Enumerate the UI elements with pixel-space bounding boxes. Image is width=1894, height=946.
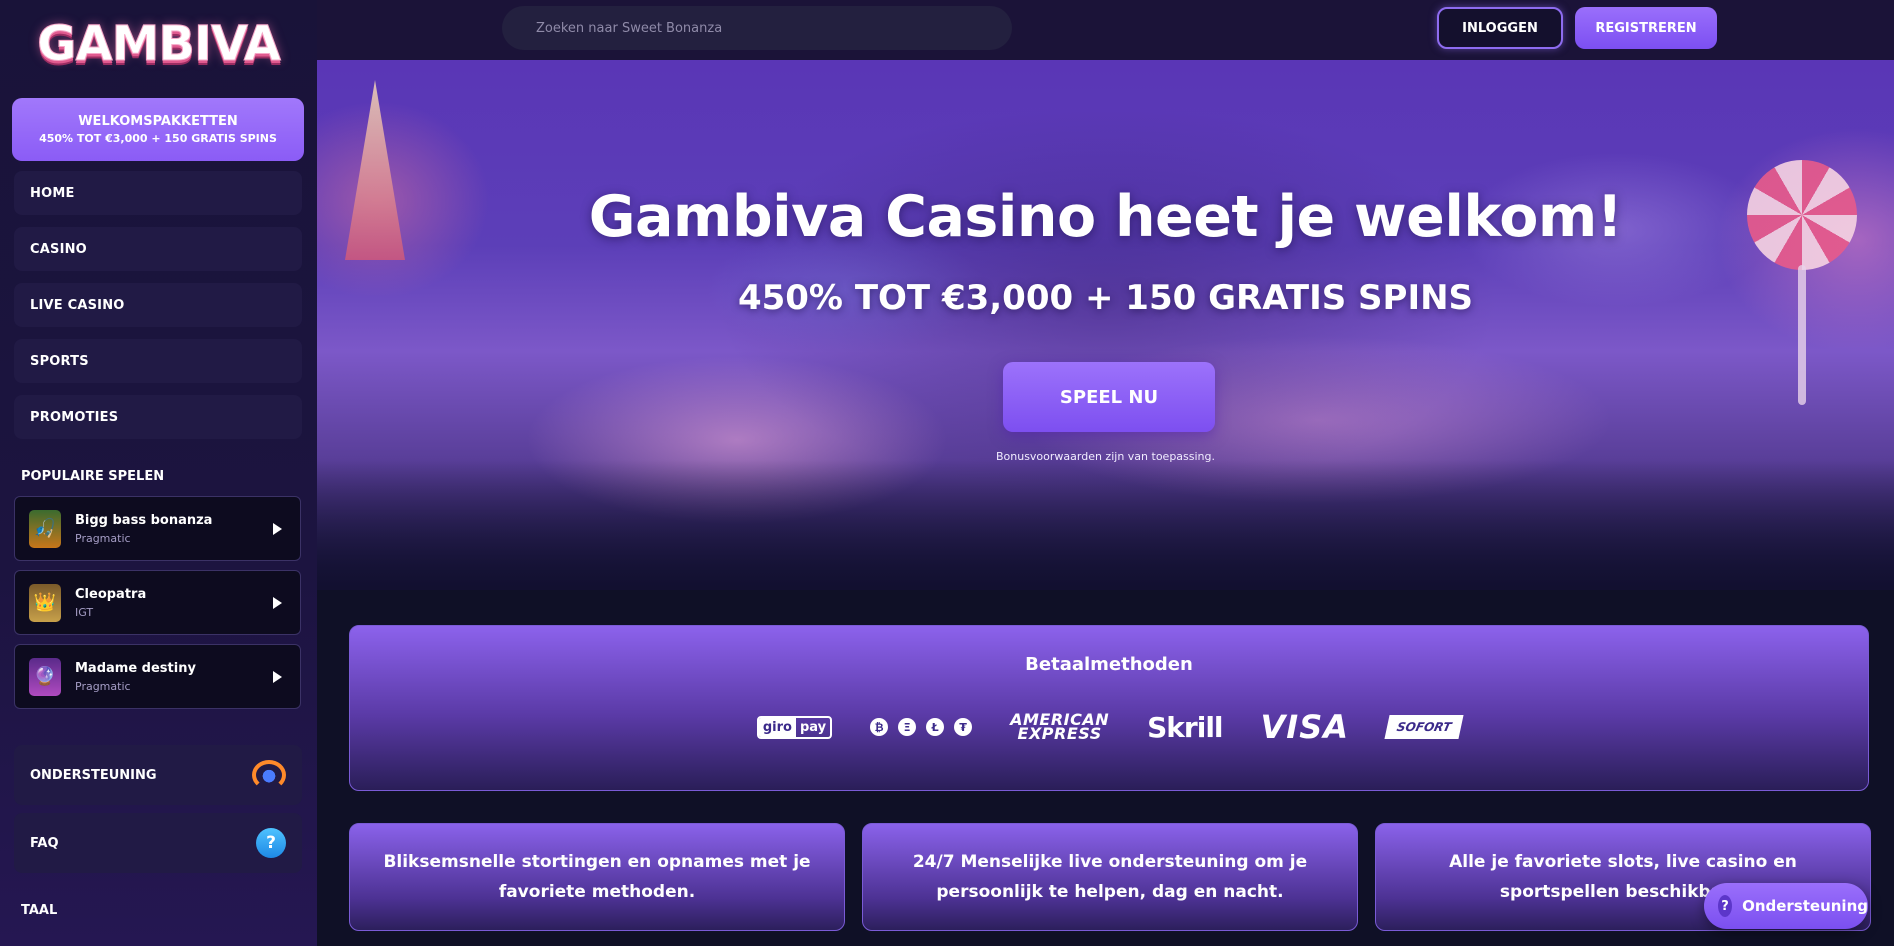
game-info: Cleopatra IGT [75,587,273,619]
amex-line2: EXPRESS [1017,724,1102,743]
hero-title: Gambiva Casino heet je welkom! [588,184,1623,250]
sofort-logo: SOFORT [1384,715,1464,739]
game-provider: Pragmatic [75,531,131,545]
game-name: Cleopatra [75,586,147,602]
feature-card-payments: Bliksemsnelle stortingen en opnames met … [349,823,845,931]
sidebar-item-casino[interactable]: CASINO [14,227,302,271]
game-provider: Pragmatic [75,679,131,693]
game-name: Bigg bass bonanza [75,512,213,528]
faq-label: FAQ [30,835,59,851]
headset-icon [252,760,286,790]
play-now-button[interactable]: SPEEL NU [1003,362,1215,432]
tether-icon: ₮ [954,718,973,736]
american-express-logo: AMERICAN EXPRESS [1010,712,1109,743]
sidebar-item-faq[interactable]: FAQ ? [14,813,302,873]
login-button[interactable]: INLOGGEN [1437,7,1563,49]
search-input[interactable] [536,20,1012,36]
search-bar[interactable] [502,6,1012,50]
register-button[interactable]: REGISTREREN [1575,7,1717,49]
sidebar-item-home[interactable]: HOME [14,171,302,215]
game-info: Bigg bass bonanza Pragmatic [75,513,273,545]
welcome-package-title: WELKOMSPAKKETTEN [78,114,238,129]
support-chat-label: Ondersteuning [1742,897,1868,915]
gambiva-logo[interactable]: GAMBIVA [37,16,282,73]
visa-logo: VISA [1260,708,1350,746]
sidebar-item-sports[interactable]: SPORTS [14,339,302,383]
question-icon: ? [1718,895,1733,917]
sidebar-nav: HOME CASINO LIVE CASINO SPORTS PROMOTIES [12,171,305,439]
payment-methods-panel: Betaalmethoden giro pay ₿ Ξ Ł ₮ AMERICAN… [349,625,1869,791]
game-card-cleopatra[interactable]: 👑 Cleopatra IGT [14,570,301,635]
play-icon[interactable] [273,522,282,535]
crypto-logos: ₿ Ξ Ł ₮ [870,718,973,736]
welcome-package-button[interactable]: WELKOMSPAKKETTEN 450% TOT €3,000 + 150 G… [12,98,304,161]
game-card-bigg-bass-bonanza[interactable]: 🎣 Bigg bass bonanza Pragmatic [14,496,301,561]
sidebar-item-promoties[interactable]: PROMOTIES [14,395,302,439]
sidebar-item-ondersteuning[interactable]: ONDERSTEUNING [14,745,302,805]
hero-banner: Gambiva Casino heet je welkom! 450% TOT … [317,60,1894,590]
bonus-terms-note[interactable]: Bonusvoorwaarden zijn van toepassing. [317,450,1894,463]
giropay-part2: pay [799,719,827,735]
hero-subtitle: 450% TOT €3,000 + 150 GRATIS SPINS [737,278,1474,318]
logo-wrap: GAMBIVA [12,0,305,88]
ethereum-icon: Ξ [898,718,917,736]
skrill-logo: Skrill [1147,710,1223,744]
topbar: INLOGGEN REGISTREREN [317,0,1894,60]
game-card-madame-destiny[interactable]: 🔮 Madame destiny Pragmatic [14,644,301,709]
payment-logos: giro pay ₿ Ξ Ł ₮ AMERICAN EXPRESS Skrill… [350,708,1868,746]
sidebar-item-live-casino[interactable]: LIVE CASINO [14,283,302,327]
support-label: ONDERSTEUNING [30,767,157,783]
game-thumbnail: 🎣 [29,509,61,548]
hero-floor-gradient [317,460,1894,590]
help-icon: ? [256,828,286,858]
welcome-package-offer: 450% TOT €3,000 + 150 GRATIS SPINS [39,132,277,145]
litecoin-icon: Ł [926,718,945,736]
language-title: TAAL [21,903,58,918]
game-info: Madame destiny Pragmatic [75,661,273,693]
game-thumbnail: 👑 [29,583,61,622]
play-icon[interactable] [273,670,282,683]
giropay-logo: giro pay [756,715,833,739]
sidebar: GAMBIVA WELKOMSPAKKETTEN 450% TOT €3,000… [0,0,317,946]
game-name: Madame destiny [75,660,196,676]
payment-methods-title: Betaalmethoden [1025,654,1193,675]
bitcoin-icon: ₿ [870,718,889,736]
popular-games-title: POPULAIRE SPELEN [21,469,165,484]
game-thumbnail: 🔮 [29,657,61,696]
giropay-part1: giro [758,717,796,737]
play-icon[interactable] [273,596,282,609]
game-provider: IGT [75,605,94,619]
support-chat-button[interactable]: ? Ondersteuning [1704,883,1868,929]
feature-card-support: 24/7 Menselijke live ondersteuning om je… [862,823,1358,931]
